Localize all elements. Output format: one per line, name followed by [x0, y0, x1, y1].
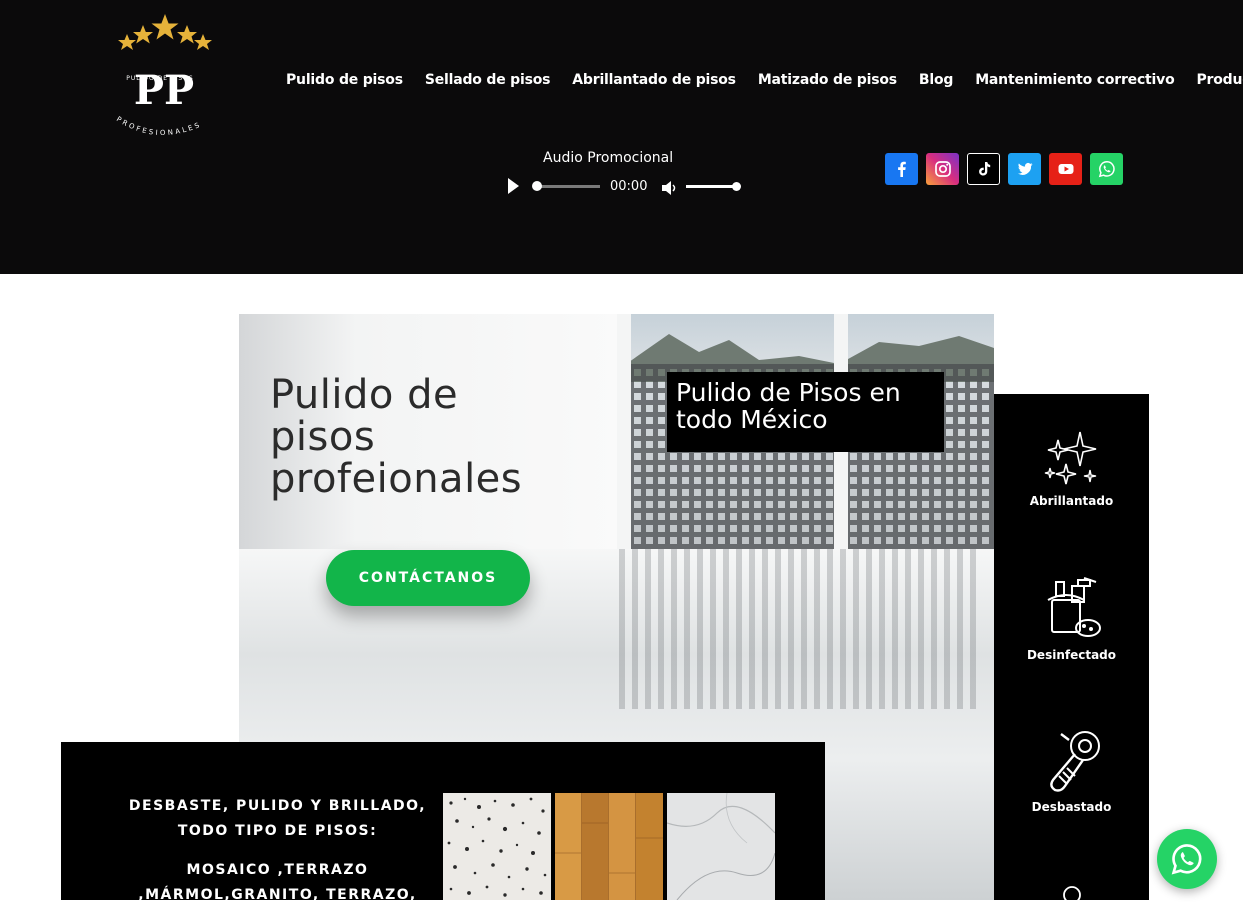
- whatsapp-icon: [1098, 160, 1116, 178]
- nav-item-abrillantado[interactable]: Abrillantado de pisos: [572, 72, 736, 88]
- service-abrillantado[interactable]: Abrillantado: [994, 428, 1149, 508]
- main-nav: Pulido de pisos Sellado de pisos Abrilla…: [286, 72, 1243, 88]
- whatsapp-icon: [1170, 842, 1204, 876]
- svg-text:PROFESIONALES: PROFESIONALES: [115, 115, 203, 137]
- play-button[interactable]: [508, 178, 519, 194]
- service-next-icon: [1061, 884, 1083, 906]
- twitter-link[interactable]: [1008, 153, 1041, 185]
- hero-badge: Pulido de Pisos en todo México: [667, 372, 944, 452]
- service-label: Desinfectado: [1027, 648, 1116, 662]
- services-panel: Abrillantado Desinfectado Desbastado: [994, 394, 1149, 900]
- audio-player: 00:00: [506, 176, 746, 198]
- floor-types-heading: DESBASTE, PULIDO Y BRILLADO, TODO TIPO D…: [120, 794, 435, 844]
- site-logo[interactable]: PP PULIDO DE PISOS PROFESIONALES: [110, 12, 220, 142]
- nav-item-blog[interactable]: Blog: [919, 72, 953, 88]
- nav-item-mantenimiento[interactable]: Mantenimiento correctivo: [975, 72, 1174, 88]
- youtube-icon: [1057, 160, 1075, 178]
- social-links: [885, 153, 1123, 185]
- service-label: Abrillantado: [1030, 494, 1113, 508]
- nav-item-productos[interactable]: Productos: [1197, 72, 1243, 88]
- seek-bar[interactable]: [536, 185, 600, 188]
- facebook-link[interactable]: [885, 153, 918, 185]
- volume-handle[interactable]: [732, 182, 741, 191]
- service-label: Desbastado: [1032, 800, 1112, 814]
- volume-icon[interactable]: [661, 180, 677, 196]
- angle-grinder-icon: [1039, 728, 1105, 794]
- whatsapp-chat-button[interactable]: [1157, 829, 1217, 889]
- nav-item-matizado[interactable]: Matizado de pisos: [758, 72, 897, 88]
- floor-reflection: [619, 549, 979, 709]
- volume-slider[interactable]: [686, 185, 738, 188]
- contact-button[interactable]: CONTÁCTANOS: [326, 550, 530, 606]
- tiktok-icon: [975, 160, 993, 178]
- youtube-link[interactable]: [1049, 153, 1082, 185]
- sparkles-icon: [1042, 428, 1102, 488]
- twitter-icon: [1016, 160, 1034, 178]
- wood-sample-image: [555, 793, 663, 900]
- floor-types-list: MOSAICO ,TERRAZO ,MÁRMOL,GRANITO, TERRAZ…: [120, 858, 435, 908]
- tiktok-link[interactable]: [967, 153, 1000, 185]
- marble-sample-image: [667, 793, 775, 900]
- nav-item-sellado[interactable]: Sellado de pisos: [425, 72, 550, 88]
- instagram-icon: [934, 160, 952, 178]
- cleaning-supplies-icon: [1040, 576, 1104, 642]
- terrazzo-sample-image: [443, 793, 551, 900]
- instagram-link[interactable]: [926, 153, 959, 185]
- site-header: PP PULIDO DE PISOS PROFESIONALES Pulido …: [0, 0, 1243, 274]
- service-desinfectado[interactable]: Desinfectado: [994, 576, 1149, 662]
- logo-top-text: PULIDO DE PISOS: [126, 75, 193, 82]
- audio-time: 00:00: [610, 179, 647, 194]
- logo-bottom-text: PROFESIONALES: [115, 115, 203, 137]
- whatsapp-link[interactable]: [1090, 153, 1123, 185]
- audio-label: Audio Promocional: [543, 150, 673, 166]
- facebook-icon: [893, 160, 911, 178]
- logo-emblem: PP PULIDO DE PISOS PROFESIONALES: [110, 12, 220, 142]
- hero-title: Pulido de pisos profeionales: [270, 374, 570, 500]
- window-frame: [617, 314, 631, 549]
- service-desbastado[interactable]: Desbastado: [994, 728, 1149, 814]
- seek-handle[interactable]: [532, 181, 542, 191]
- nav-item-pulido[interactable]: Pulido de pisos: [286, 72, 403, 88]
